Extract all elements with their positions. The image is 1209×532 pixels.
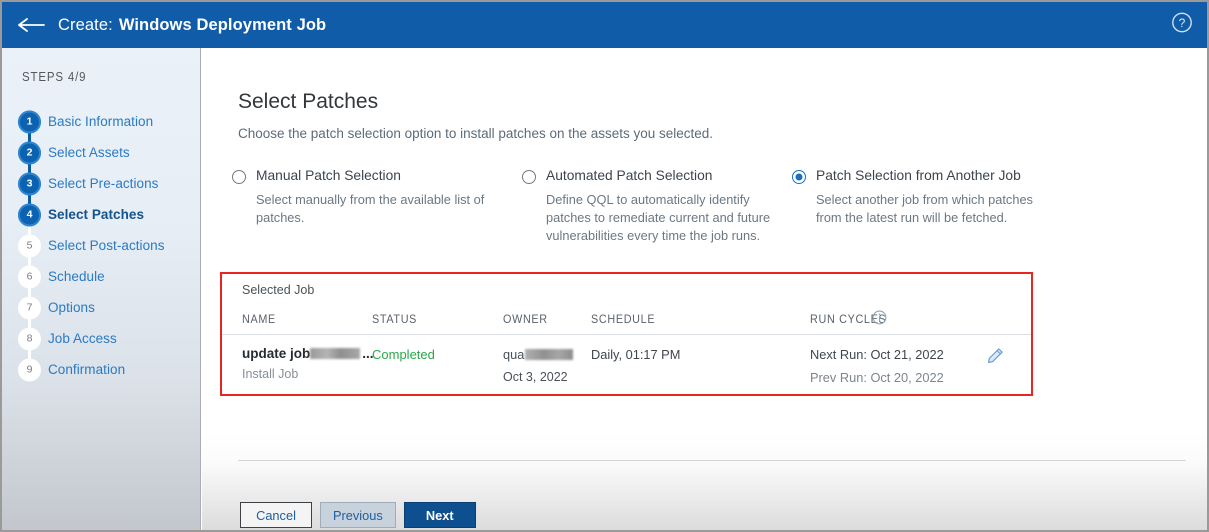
option-header[interactable]: Manual Patch Selection	[232, 168, 512, 184]
sidebar-item-job-access[interactable]: 8 Job Access	[2, 323, 201, 354]
radio-manual-patch-selection[interactable]	[232, 170, 246, 184]
owner-name: qua	[503, 347, 525, 362]
step-number-9: 9	[18, 358, 41, 381]
sidebar-item-label: Options	[48, 300, 95, 315]
step-number-7: 7	[18, 296, 41, 319]
sidebar-item-select-pre-actions[interactable]: 3 Select Pre-actions	[2, 168, 201, 199]
sidebar-item-schedule[interactable]: 6 Schedule	[2, 261, 201, 292]
steps-list: 1 Basic Information 2 Select Assets 3 Se…	[2, 106, 201, 385]
sidebar-item-label: Select Patches	[48, 207, 145, 222]
step-number-1: 1	[18, 110, 41, 133]
option-label: Manual Patch Selection	[256, 168, 401, 183]
sidebar-item-options[interactable]: 7 Options	[2, 292, 201, 323]
pencil-edit-icon[interactable]	[987, 347, 1004, 369]
option-patch-selection-from-another-job[interactable]: Patch Selection from Another Job Select …	[792, 168, 1062, 227]
help-circle-icon[interactable]: ?	[1171, 12, 1193, 39]
option-label: Patch Selection from Another Job	[816, 168, 1021, 183]
column-header-owner: OWNER	[503, 312, 548, 326]
create-job-window: Create: Windows Deployment Job ? STEPS 4…	[0, 0, 1209, 532]
option-description: Define QQL to automatically identify pat…	[546, 192, 771, 243]
content-heading: Select Patches	[238, 90, 379, 113]
selected-job-table: NAME STATUS OWNER SCHEDULE RUN CYCLES up…	[222, 306, 1031, 395]
cell-status: Completed	[372, 347, 435, 362]
sidebar-item-label: Confirmation	[48, 362, 126, 377]
page-title: Windows Deployment Job	[118, 15, 327, 34]
step-number-3: 3	[18, 172, 41, 195]
cell-run-cycles: Next Run: Oct 21, 2022 Prev Run: Oct 20,…	[810, 347, 944, 385]
table-header-row: NAME STATUS OWNER SCHEDULE RUN CYCLES	[222, 306, 1031, 335]
next-run-text: Next Run: Oct 21, 2022	[810, 347, 944, 362]
sidebar-item-label: Select Assets	[48, 145, 130, 160]
radio-patch-selection-from-another-job[interactable]	[792, 170, 806, 184]
sidebar-item-confirmation[interactable]: 9 Confirmation	[2, 354, 201, 385]
title-prefix: Create:	[58, 15, 113, 34]
redacted-owner-block	[525, 349, 574, 360]
footer-buttons: Cancel Previous Next	[240, 502, 476, 528]
option-description: Select manually from the available list …	[256, 192, 485, 225]
option-description: Select another job from which patches fr…	[816, 192, 1033, 225]
steps-counter-label: STEPS 4/9	[22, 70, 87, 84]
job-type-label: Install Job	[242, 367, 299, 381]
cell-name: update job ... Install Job	[242, 346, 374, 381]
sidebar-item-label: Basic Information	[48, 114, 154, 129]
cancel-button[interactable]: Cancel	[240, 502, 312, 528]
steps-sidebar: STEPS 4/9 1 Basic Information 2 Select A…	[2, 48, 201, 530]
info-circle-icon[interactable]	[872, 310, 887, 330]
option-header[interactable]: Automated Patch Selection	[522, 168, 787, 184]
main-content: Select Patches Choose the patch selectio…	[202, 48, 1207, 530]
step-number-4: 4	[18, 203, 41, 226]
sidebar-item-select-assets[interactable]: 2 Select Assets	[2, 137, 201, 168]
title-bar: Create: Windows Deployment Job ?	[2, 2, 1207, 48]
owner-date: Oct 3, 2022	[503, 370, 568, 384]
step-number-2: 2	[18, 141, 41, 164]
sidebar-item-select-patches[interactable]: 4 Select Patches	[2, 199, 201, 230]
step-number-6: 6	[18, 265, 41, 288]
content-subheading: Choose the patch selection option to ins…	[238, 126, 714, 141]
cell-schedule: Daily, 01:17 PM	[591, 347, 681, 362]
sidebar-item-select-post-actions[interactable]: 5 Select Post-actions	[2, 230, 201, 261]
next-button[interactable]: Next	[403, 502, 476, 528]
footer-divider	[238, 460, 1186, 461]
column-header-status: STATUS	[372, 312, 418, 326]
prev-run-text: Prev Run: Oct 20, 2022	[810, 370, 944, 385]
step-number-8: 8	[18, 327, 41, 350]
column-header-name: NAME	[242, 312, 276, 326]
option-label: Automated Patch Selection	[546, 168, 713, 183]
radio-automated-patch-selection[interactable]	[522, 170, 536, 184]
step-number-5: 5	[18, 234, 41, 257]
selected-job-label: Selected Job	[242, 283, 315, 297]
sidebar-item-label: Select Post-actions	[48, 238, 165, 253]
option-manual-patch-selection[interactable]: Manual Patch Selection Select manually f…	[232, 168, 512, 227]
option-header[interactable]: Patch Selection from Another Job	[792, 168, 1062, 184]
redacted-name-block	[310, 348, 361, 359]
svg-text:?: ?	[1179, 16, 1186, 30]
cell-owner: qua Oct 3, 2022	[503, 347, 574, 384]
sidebar-item-label: Schedule	[48, 269, 105, 284]
sidebar-item-basic-information[interactable]: 1 Basic Information	[2, 106, 201, 137]
job-name: update job	[242, 346, 311, 361]
table-row[interactable]: update job ... Install Job Completed qua…	[222, 335, 1031, 395]
sidebar-item-label: Job Access	[48, 331, 117, 346]
back-arrow-icon[interactable]	[18, 15, 48, 35]
selected-job-panel: Selected Job NAME STATUS OWNER SCHEDULE …	[220, 272, 1033, 396]
option-automated-patch-selection[interactable]: Automated Patch Selection Define QQL to …	[522, 168, 787, 245]
column-header-schedule: SCHEDULE	[591, 312, 656, 326]
previous-button[interactable]: Previous	[320, 502, 396, 528]
sidebar-item-label: Select Pre-actions	[48, 176, 159, 191]
